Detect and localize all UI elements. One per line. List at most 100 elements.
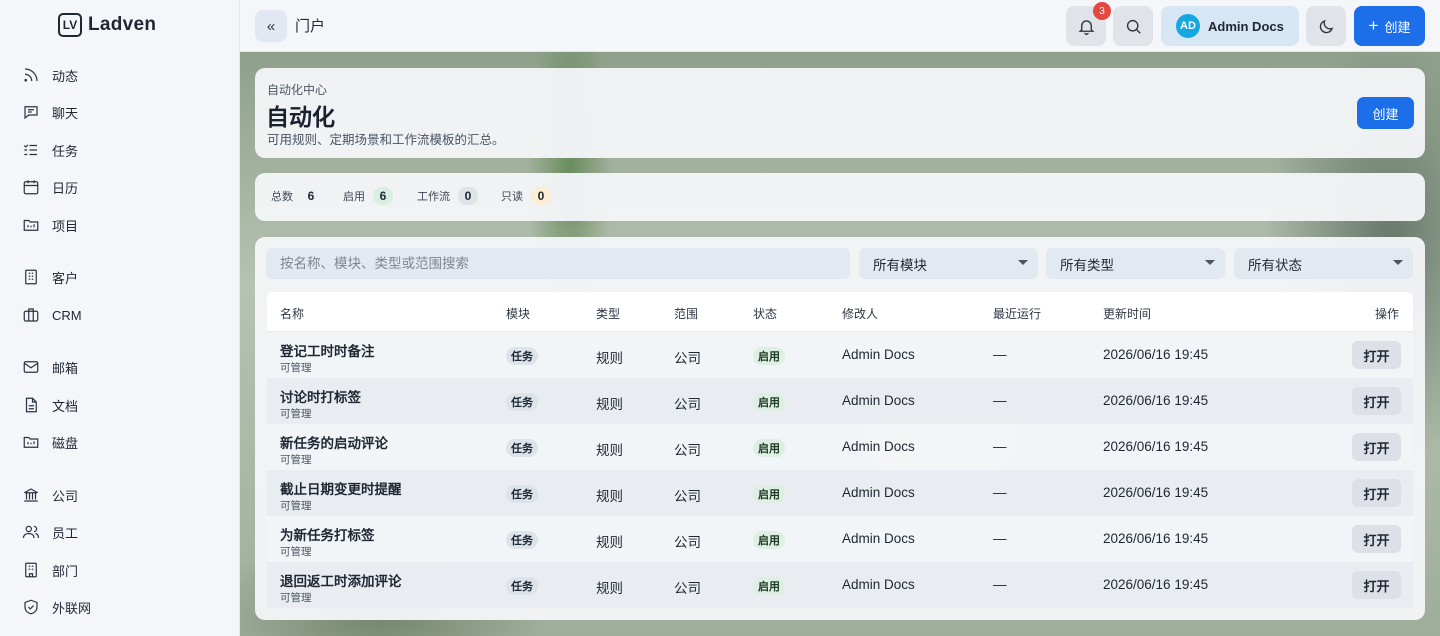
automation-name[interactable]: 截止日期变更时提醒 — [280, 478, 402, 498]
type-cell: 规则 — [596, 535, 623, 550]
type-filter-select[interactable]: 所有类型 — [1046, 248, 1225, 279]
sidebar-item-mail[interactable]: 邮箱 — [22, 352, 78, 382]
table-row[interactable]: 新任务的启动评论 可管理 任务 规则 公司 启用 Admin Docs — 20… — [267, 424, 1413, 470]
create-button-label: 创建 — [1384, 19, 1411, 35]
open-button[interactable]: 打开 — [1352, 433, 1401, 461]
stat-value: 0 — [458, 187, 478, 205]
stats-card: 总数 6 启用 6 工作流 0 只读 0 — [255, 173, 1425, 221]
bank-icon — [23, 488, 39, 502]
create-button[interactable]: + 创建 — [1354, 6, 1425, 46]
open-button[interactable]: 打开 — [1352, 525, 1401, 553]
collapse-sidebar-button[interactable]: « — [255, 10, 287, 42]
brand-logo[interactable]: LV Ladven — [58, 10, 156, 40]
sidebar-item-feed[interactable]: 动态 — [22, 60, 78, 90]
department-icon — [25, 562, 37, 578]
column-header-updated[interactable]: 更新时间 — [1103, 305, 1151, 322]
open-button[interactable]: 打开 — [1352, 341, 1401, 369]
table-row[interactable]: 为新任务打标签 可管理 任务 规则 公司 启用 Admin Docs — 202… — [267, 516, 1413, 562]
module-badge: 任务 — [506, 577, 538, 595]
column-header-status[interactable]: 状态 — [753, 305, 777, 322]
updated-cell: 2026/06/16 19:45 — [1103, 393, 1209, 408]
module-badge: 任务 — [506, 485, 538, 503]
sidebar-item-drive[interactable]: 磁盘 — [22, 427, 78, 457]
module-badge: 任务 — [506, 393, 538, 411]
sidebar-item-calendar[interactable]: 日历 — [22, 172, 78, 202]
column-header-last-run[interactable]: 最近运行 — [993, 305, 1041, 322]
sidebar-item-extranet[interactable]: 外联网 — [22, 592, 91, 622]
sidebar-item-chat[interactable]: 聊天 — [22, 97, 78, 127]
user-name: Admin Docs — [1208, 18, 1284, 34]
page-header-card: 自动化中心 自动化 可用规则、定期场景和工作流模板的汇总。 创建 — [255, 68, 1425, 158]
status-badge: 启用 — [753, 439, 785, 457]
last-run-cell: — — [993, 439, 1007, 454]
plus-icon: + — [1368, 16, 1379, 35]
automation-permission: 可管理 — [280, 592, 312, 604]
page-title: 自动化 — [266, 104, 335, 130]
sidebar-item-crm[interactable]: CRM — [22, 300, 82, 330]
stat-label: 工作流 — [417, 191, 450, 203]
user-menu[interactable]: AD Admin Docs — [1161, 6, 1299, 46]
last-run-cell: — — [993, 347, 1007, 362]
table-row[interactable]: 讨论时打标签 可管理 任务 规则 公司 启用 Admin Docs — 2026… — [267, 378, 1413, 424]
sidebar-item-clients[interactable]: 客户 — [22, 262, 78, 292]
sidebar-item-company[interactable]: 公司 — [22, 480, 78, 510]
status-badge: 启用 — [753, 485, 785, 503]
sidebar-item-departments[interactable]: 部门 — [22, 555, 78, 585]
logo-mark-icon: LV — [58, 13, 82, 37]
automation-name[interactable]: 为新任务打标签 — [280, 524, 375, 544]
modifier-cell: Admin Docs — [842, 347, 915, 362]
search-input[interactable] — [266, 248, 850, 279]
open-button[interactable]: 打开 — [1352, 387, 1401, 415]
last-run-cell: — — [993, 531, 1007, 546]
column-header-module[interactable]: 模块 — [506, 305, 530, 322]
moon-icon — [1319, 19, 1333, 33]
table-row[interactable]: 退回返工时添加评论 可管理 任务 规则 公司 启用 Admin Docs — 2… — [267, 562, 1413, 608]
rss-icon — [24, 68, 38, 82]
modifier-cell: Admin Docs — [842, 393, 915, 408]
last-run-cell: — — [993, 577, 1007, 592]
stat-label: 总数 — [271, 191, 293, 203]
updated-cell: 2026/06/16 19:45 — [1103, 485, 1209, 500]
automation-name[interactable]: 新任务的启动评论 — [280, 432, 388, 452]
sidebar-item-label: 项目 — [52, 218, 79, 234]
notifications-button[interactable]: 3 — [1066, 2, 1111, 46]
table-row[interactable]: 登记工时时备注 可管理 任务 规则 公司 启用 Admin Docs — 202… — [267, 332, 1413, 378]
sidebar-item-label: 任务 — [52, 143, 79, 159]
calendar-icon — [23, 180, 39, 195]
bell-icon — [1078, 19, 1094, 35]
drive-icon — [23, 436, 39, 448]
open-button[interactable]: 打开 — [1352, 571, 1401, 599]
automation-permission: 可管理 — [280, 454, 312, 466]
column-header-scope[interactable]: 范围 — [674, 305, 698, 322]
column-header-name[interactable]: 名称 — [280, 305, 304, 322]
status-badge: 启用 — [753, 347, 785, 365]
module-filter-select[interactable]: 所有模块 — [859, 248, 1038, 279]
sidebar-item-label: 外联网 — [52, 600, 92, 616]
column-header-type[interactable]: 类型 — [596, 305, 620, 322]
notification-count-badge: 3 — [1093, 2, 1111, 20]
chevron-down-icon — [1018, 260, 1028, 265]
breadcrumb: 门户 — [295, 18, 326, 35]
automation-name[interactable]: 讨论时打标签 — [280, 386, 361, 406]
column-header-modifier[interactable]: 修改人 — [842, 305, 878, 322]
type-filter-value: 所有类型 — [1060, 257, 1114, 273]
chat-icon — [24, 106, 38, 120]
sidebar-item-employees[interactable]: 员工 — [22, 517, 78, 547]
sidebar-item-docs[interactable]: 文档 — [22, 390, 78, 420]
theme-toggle-button[interactable] — [1306, 6, 1346, 46]
modifier-cell: Admin Docs — [842, 439, 915, 454]
search-button[interactable] — [1113, 6, 1153, 46]
updated-cell: 2026/06/16 19:45 — [1103, 531, 1209, 546]
open-button[interactable]: 打开 — [1352, 479, 1401, 507]
automation-name[interactable]: 退回返工时添加评论 — [280, 570, 402, 590]
sidebar-item-tasks[interactable]: 任务 — [22, 135, 78, 165]
search-icon — [1126, 19, 1141, 34]
automation-name[interactable]: 登记工时时备注 — [280, 340, 375, 360]
modifier-cell: Admin Docs — [842, 485, 915, 500]
status-filter-select[interactable]: 所有状态 — [1234, 248, 1413, 279]
module-filter-value: 所有模块 — [873, 257, 927, 273]
automation-permission: 可管理 — [280, 408, 312, 420]
create-automation-button[interactable]: 创建 — [1357, 97, 1414, 129]
table-row[interactable]: 截止日期变更时提醒 可管理 任务 规则 公司 启用 Admin Docs — 2… — [267, 470, 1413, 516]
sidebar-item-projects[interactable]: 项目 — [22, 210, 78, 240]
